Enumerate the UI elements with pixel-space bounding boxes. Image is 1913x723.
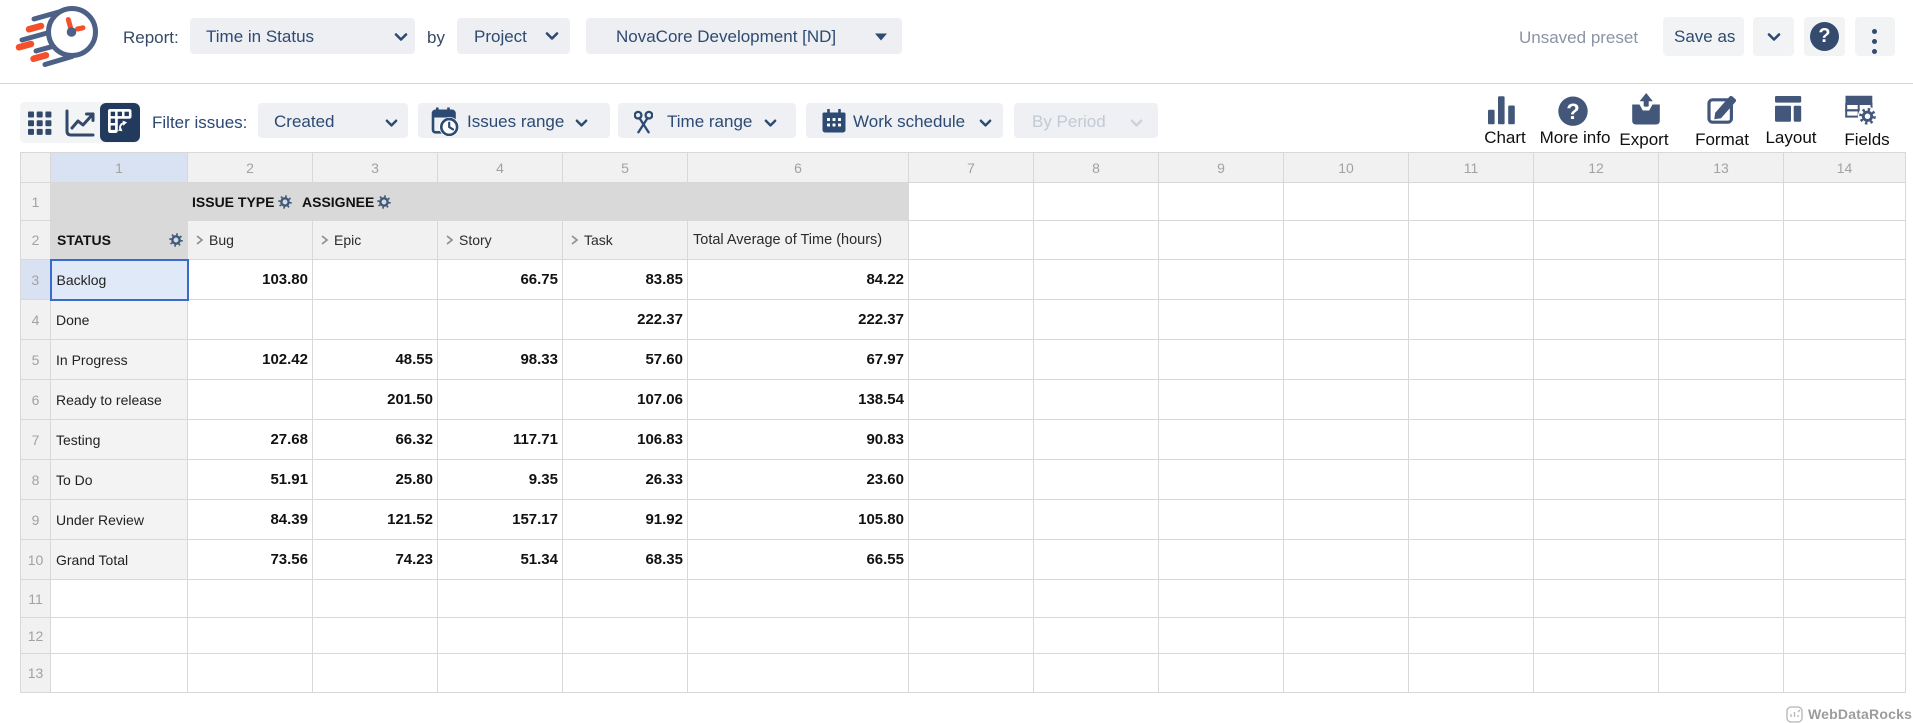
- svg-text:?: ?: [1566, 99, 1579, 124]
